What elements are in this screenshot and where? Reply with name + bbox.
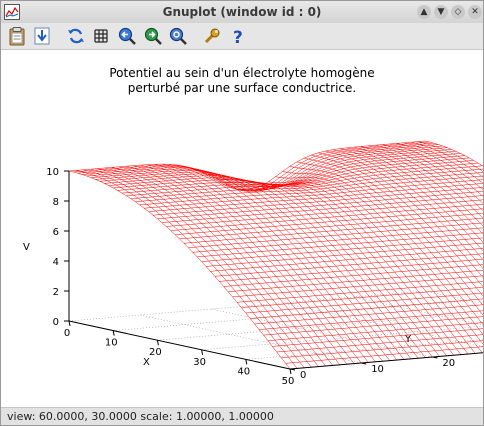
x-tick-label: 30	[193, 357, 206, 368]
zoom-back-icon[interactable]	[117, 26, 137, 46]
y-axis-label: Y	[404, 334, 412, 345]
z-tick-label: 2	[53, 287, 59, 298]
svg-text:?: ?	[233, 28, 243, 46]
maximize-icon: ◇	[454, 7, 462, 17]
x-tick-label: 20	[149, 347, 162, 358]
close-icon: ✕	[471, 7, 479, 17]
arrow-up-icon: ▲	[420, 7, 428, 17]
z-tick-label: 0	[53, 317, 59, 328]
x-axis-line	[68, 320, 291, 370]
x-tick	[201, 349, 204, 355]
refresh-icon[interactable]	[66, 26, 86, 46]
y-tick	[361, 362, 367, 365]
x-tick	[289, 368, 292, 375]
y-tick-label: 10	[371, 364, 384, 375]
z-tick-label: 10	[46, 167, 59, 178]
x-axis-label: X	[143, 357, 150, 368]
z-axis-label: V	[23, 242, 30, 253]
close-button[interactable]: ✕	[468, 5, 482, 19]
y-tick	[289, 368, 296, 371]
arrow-down-icon: ▼	[437, 7, 445, 17]
x-tick	[245, 359, 248, 365]
x-tick-label: 40	[237, 366, 250, 377]
shade-down-button[interactable]: ▼	[434, 5, 448, 19]
shade-up-button[interactable]: ▲	[417, 5, 431, 19]
status-bar: view: 60.0000, 30.0000 scale: 1.00000, 1…	[1, 407, 483, 425]
gnuplot-window: Gnuplot (window id : 0) ▲ ▼ ◇ ✕ ? Potent…	[0, 0, 484, 426]
maximize-button[interactable]: ◇	[451, 5, 465, 19]
zoom-forward-icon[interactable]	[143, 26, 163, 46]
window-title: Gnuplot (window id : 0)	[162, 5, 322, 19]
z-tick-label: 6	[53, 227, 59, 238]
help-icon[interactable]: ?	[228, 26, 248, 46]
x-tick-label: 50	[282, 376, 295, 387]
surface-plot: 01020304050010203040500246810 V X Y	[23, 140, 483, 387]
x-tick-label: 0	[64, 328, 70, 339]
x-tick	[112, 330, 115, 336]
z-tick-label: 4	[53, 257, 59, 268]
x-tick	[68, 320, 71, 327]
arrow-down-icon[interactable]	[32, 26, 52, 46]
z-tick-label: 8	[53, 197, 59, 208]
x-tick	[156, 340, 159, 346]
wrench-icon[interactable]	[202, 26, 222, 46]
plot-area[interactable]: Potentiel au sein d'un électrolyte homog…	[1, 50, 483, 408]
y-tick-label: 20	[442, 358, 455, 369]
clipboard-icon[interactable]	[7, 26, 27, 46]
grid-icon[interactable]	[91, 26, 111, 46]
y-tick	[432, 356, 438, 359]
title-bar[interactable]: Gnuplot (window id : 0) ▲ ▼ ◇ ✕	[1, 1, 483, 24]
y-tick-label: 0	[300, 370, 306, 381]
zoom-reset-icon[interactable]	[168, 26, 188, 46]
x-tick-label: 10	[105, 338, 118, 349]
toolbar: ?	[1, 23, 483, 50]
base-grid-line	[282, 302, 483, 347]
